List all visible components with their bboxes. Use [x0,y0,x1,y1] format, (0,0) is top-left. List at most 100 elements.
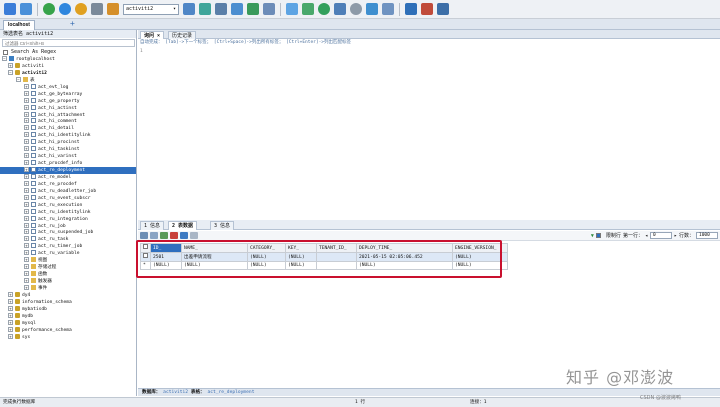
prev-icon[interactable]: ◂ [645,233,648,239]
expand-toggle-icon[interactable]: + [8,298,13,304]
tree-item[interactable]: + act_hi_attachment [0,111,136,119]
limit-checkbox[interactable] [595,233,601,238]
expand-toggle-icon[interactable]: + [8,305,13,311]
sync-icon[interactable] [302,3,314,15]
tree-item[interactable]: + act_procdef_info [0,160,136,167]
tree-item[interactable]: + act_ru_variable [0,250,136,257]
expand-toggle-icon[interactable]: − [8,69,13,75]
expand-toggle-icon[interactable]: + [24,146,29,152]
tree-item[interactable]: + information_schema [0,298,136,306]
tree-item[interactable]: + 函数 [0,271,136,278]
edit-icon[interactable] [91,3,103,15]
tab-messages[interactable]: 3 信息 [210,221,235,230]
tree-item[interactable]: + mydb [0,312,136,320]
tree-item[interactable]: + act_re_procdef [0,180,136,188]
expand-toggle-icon[interactable]: + [24,264,29,270]
tree-item[interactable]: − activiti2 [0,69,136,77]
tree-item[interactable]: + act_ru_job [0,222,136,230]
expand-toggle-icon[interactable]: + [24,208,29,214]
expand-toggle-icon[interactable]: − [2,56,7,61]
run-all-icon[interactable] [59,3,71,15]
refresh-icon[interactable] [318,3,330,15]
table-icon[interactable] [231,3,243,15]
expand-toggle-icon[interactable]: + [24,284,29,290]
search-regex-checkbox[interactable] [3,49,8,55]
tab-localhost[interactable]: localhost [3,20,35,30]
tree-item[interactable]: + mysql [0,319,136,327]
db-refresh-icon[interactable] [199,3,211,15]
tree-item[interactable]: + sys [0,333,136,341]
shapes-icon[interactable] [107,3,119,15]
user-icon[interactable] [366,3,378,15]
tree-item[interactable]: + activiti [0,62,136,70]
tree-item[interactable]: + act_hi_actinst [0,104,136,112]
expand-toggle-icon[interactable]: + [24,132,29,138]
expand-toggle-icon[interactable]: + [24,222,29,228]
tab-info[interactable]: 1 信息 [140,221,165,230]
clock-icon[interactable] [350,3,362,15]
tree-item[interactable]: + act_ru_event_subscr [0,194,136,202]
tree-item[interactable]: + act_hi_taskinst [0,146,136,153]
tree-item[interactable]: + act_ru_suspended_job [0,229,136,236]
tree-item[interactable]: + 视图 [0,257,136,264]
expand-toggle-icon[interactable]: − [16,76,21,82]
rows-input[interactable]: 1000 [696,232,718,239]
tree-item[interactable]: − root@localhost [0,56,136,63]
tree-item[interactable]: + act_ru_execution [0,201,136,209]
close-icon[interactable]: × [157,33,160,39]
expand-toggle-icon[interactable]: + [8,333,13,339]
filter-input[interactable] [2,39,135,47]
expand-toggle-icon[interactable]: + [24,83,29,89]
settings-icon[interactable] [437,3,449,15]
expand-toggle-icon[interactable]: + [24,111,29,117]
expand-toggle-icon[interactable]: + [24,215,29,221]
new-connection-icon[interactable] [4,3,16,15]
expand-toggle-icon[interactable]: + [24,97,29,103]
schema-icon[interactable] [334,3,346,15]
tree-item[interactable]: + dy4 [0,291,136,299]
next-icon[interactable]: ▸ [674,233,677,239]
expand-toggle-icon[interactable]: + [24,201,29,207]
export-icon[interactable] [263,3,275,15]
expand-toggle-icon[interactable]: + [8,62,13,68]
tree-item[interactable]: + performance_schema [0,326,136,334]
tree-item[interactable]: + act_ge_property [0,97,136,105]
expand-toggle-icon[interactable]: + [24,236,29,242]
warning-icon[interactable] [421,3,433,15]
sql-editor[interactable]: 1 [138,47,720,230]
expand-toggle-icon[interactable]: + [8,326,13,332]
expand-toggle-icon[interactable]: + [24,118,29,124]
tree-item[interactable]: + act_re_deployment [0,167,136,174]
db-stack-icon[interactable] [215,3,227,15]
grid-view-icon[interactable] [140,232,148,239]
expand-toggle-icon[interactable]: + [24,167,29,172]
db-icon[interactable] [183,3,195,15]
tree-item[interactable]: + act_ru_timer_job [0,243,136,250]
form-view-icon[interactable] [150,232,158,239]
expand-toggle-icon[interactable]: + [24,125,29,131]
backup-icon[interactable] [286,3,298,15]
add-tab-button[interactable]: + [70,19,75,29]
stop-icon[interactable] [75,3,87,15]
tree-item[interactable]: + act_hi_detail [0,125,136,132]
run-query-icon[interactable] [43,3,55,15]
tree-item[interactable]: + act_ru_identitylink [0,208,136,216]
expand-toggle-icon[interactable]: + [8,319,13,325]
expand-toggle-icon[interactable]: + [24,160,29,166]
expand-toggle-icon[interactable]: + [24,180,29,186]
tree-item[interactable]: + act_hi_comment [0,118,136,125]
tree-item[interactable]: − 表 [0,76,136,84]
undo-icon[interactable] [190,232,198,239]
tab-query[interactable]: 询问 × [140,31,165,39]
expand-toggle-icon[interactable]: + [24,271,29,277]
tree-item[interactable]: + 触发器 [0,278,136,285]
tree-item[interactable]: + act_ru_task [0,236,136,243]
tab-history[interactable]: 历史记录 [168,31,197,39]
tools-icon[interactable] [382,3,394,15]
expand-toggle-icon[interactable]: + [24,257,29,263]
expand-toggle-icon[interactable]: + [24,187,29,193]
tree-item[interactable]: + mybatisdb [0,305,136,313]
tab-table-data[interactable]: 2 表数据 [168,221,198,230]
first-row-input[interactable]: 0 [649,232,672,239]
database-select[interactable]: activiti2 ▾ [123,3,179,15]
